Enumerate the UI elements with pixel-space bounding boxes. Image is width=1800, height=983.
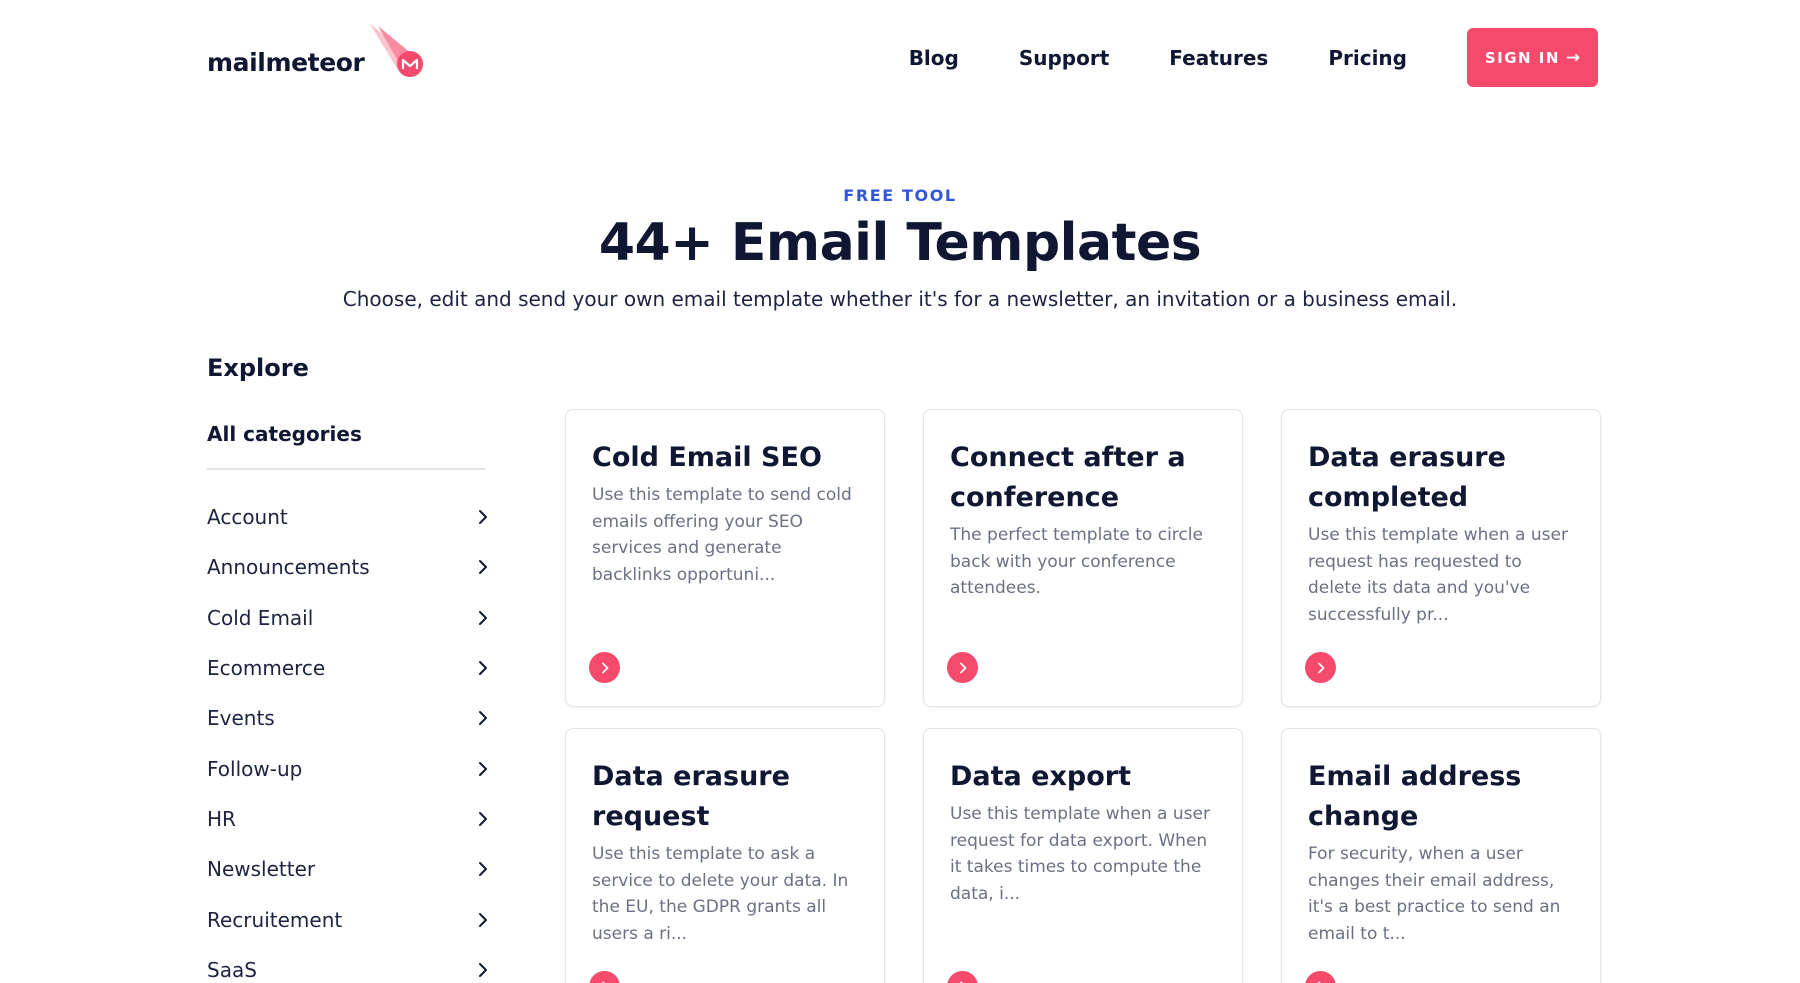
- card-title: Cold Email SEO: [592, 442, 822, 473]
- chevron-right-icon: [479, 862, 487, 877]
- chevron-right-icon: [479, 912, 487, 927]
- arrow-right-icon: →: [1565, 47, 1581, 68]
- page-subtitle: Choose, edit and send your own email tem…: [342, 287, 1458, 311]
- open-template-button[interactable]: [589, 971, 620, 983]
- template-card[interactable]: Connect after a conference The perfect t…: [923, 409, 1243, 707]
- sidebar-item-account[interactable]: Account: [207, 492, 492, 542]
- sidebar-item-cold-email[interactable]: Cold Email: [207, 593, 492, 643]
- card-description: Use this template to send cold emails of…: [592, 485, 852, 585]
- sidebar-item-newsletter[interactable]: Newsletter: [207, 844, 492, 894]
- card-description: Use this template when a user request ha…: [1308, 525, 1568, 625]
- template-card[interactable]: Data erasure request Use this template t…: [565, 728, 885, 983]
- sidebar-item-announcements[interactable]: Announcements: [207, 542, 492, 592]
- category-label: Cold Email: [207, 605, 314, 630]
- open-template-button[interactable]: [1305, 652, 1336, 683]
- chevron-right-icon: [601, 662, 608, 673]
- chevron-right-icon: [479, 661, 487, 676]
- sidebar-item-events[interactable]: Events: [207, 693, 492, 743]
- template-card[interactable]: Data erasure completed Use this template…: [1281, 409, 1601, 707]
- nav-blog[interactable]: Blog: [909, 46, 959, 70]
- chevron-right-icon: [959, 981, 963, 983]
- sidebar-item-hr[interactable]: HR: [207, 794, 492, 844]
- sidebar-item-follow-up[interactable]: Follow-up: [207, 743, 492, 793]
- category-label: SaaS: [207, 957, 257, 982]
- card-title: Email address change: [1308, 761, 1522, 832]
- sidebar-item-recruitement[interactable]: Recruitement: [207, 894, 492, 944]
- chevron-right-icon: [479, 962, 487, 977]
- card-description: For security, when a user changes their …: [1308, 844, 1561, 944]
- card-description: Use this template when a user request fo…: [950, 804, 1210, 904]
- chevron-right-icon: [479, 610, 487, 625]
- open-template-button[interactable]: [589, 652, 620, 683]
- card-title: Data erasure request: [592, 761, 790, 832]
- card-description: Use this template to ask a service to de…: [592, 844, 849, 944]
- category-label: Account: [207, 505, 288, 530]
- chevron-right-icon: [479, 761, 487, 776]
- nav-pricing[interactable]: Pricing: [1328, 46, 1407, 70]
- divider: [207, 468, 485, 470]
- template-card[interactable]: Cold Email SEO Use this template to send…: [565, 409, 885, 707]
- card-title: Data erasure completed: [1308, 442, 1506, 513]
- chevron-right-icon: [959, 662, 966, 673]
- category-sidebar: Explore All categories Account Announcem…: [207, 354, 492, 983]
- meteor-icon: [368, 22, 426, 88]
- category-list: Account Announcements Cold Email Ecommer…: [207, 492, 492, 983]
- logo[interactable]: mailmeteor: [207, 22, 426, 88]
- nav-features[interactable]: Features: [1169, 46, 1268, 70]
- sign-in-button[interactable]: SIGN IN →: [1467, 28, 1598, 87]
- chevron-right-icon: [479, 711, 487, 726]
- open-template-button[interactable]: [947, 652, 978, 683]
- category-label: Events: [207, 706, 275, 731]
- card-description: The perfect template to circle back with…: [950, 525, 1203, 598]
- card-title: Connect after a conference: [950, 442, 1186, 513]
- page-title: 44+ Email Templates: [598, 213, 1202, 273]
- category-label: Follow-up: [207, 756, 303, 781]
- sidebar-heading: Explore: [207, 354, 309, 382]
- sign-in-label: SIGN IN: [1484, 48, 1560, 67]
- category-label: HR: [207, 806, 236, 831]
- page: mailmeteor Blog Support Features Pricing…: [0, 0, 1800, 983]
- nav-support[interactable]: Support: [1019, 46, 1109, 70]
- chevron-right-icon: [601, 981, 605, 983]
- chevron-right-icon: [1317, 662, 1324, 673]
- sidebar-item-saas[interactable]: SaaS: [207, 945, 492, 983]
- template-card[interactable]: Email address change For security, when …: [1281, 728, 1601, 983]
- main-nav: Blog Support Features Pricing SIGN IN →: [909, 28, 1598, 87]
- chevron-right-icon: [479, 560, 487, 575]
- open-template-button[interactable]: [1305, 971, 1336, 983]
- category-label: Announcements: [207, 555, 370, 580]
- template-card[interactable]: Data export Use this template when a use…: [923, 728, 1243, 983]
- template-grid: Cold Email SEO Use this template to send…: [565, 409, 1601, 983]
- category-label: Recruitement: [207, 907, 343, 932]
- sidebar-item-all-categories[interactable]: All categories: [207, 422, 492, 446]
- card-title: Data export: [950, 761, 1131, 792]
- open-template-button[interactable]: [947, 971, 978, 983]
- category-label: Ecommerce: [207, 656, 326, 681]
- category-label: Newsletter: [207, 857, 316, 882]
- hero: FREE TOOL 44+ Email Templates Choose, ed…: [0, 186, 1800, 311]
- chevron-right-icon: [1317, 981, 1321, 983]
- eyebrow-label: FREE TOOL: [843, 186, 957, 205]
- chevron-right-icon: [479, 510, 487, 525]
- chevron-right-icon: [479, 811, 487, 826]
- logo-text: mailmeteor: [207, 47, 365, 77]
- sidebar-item-ecommerce[interactable]: Ecommerce: [207, 643, 492, 693]
